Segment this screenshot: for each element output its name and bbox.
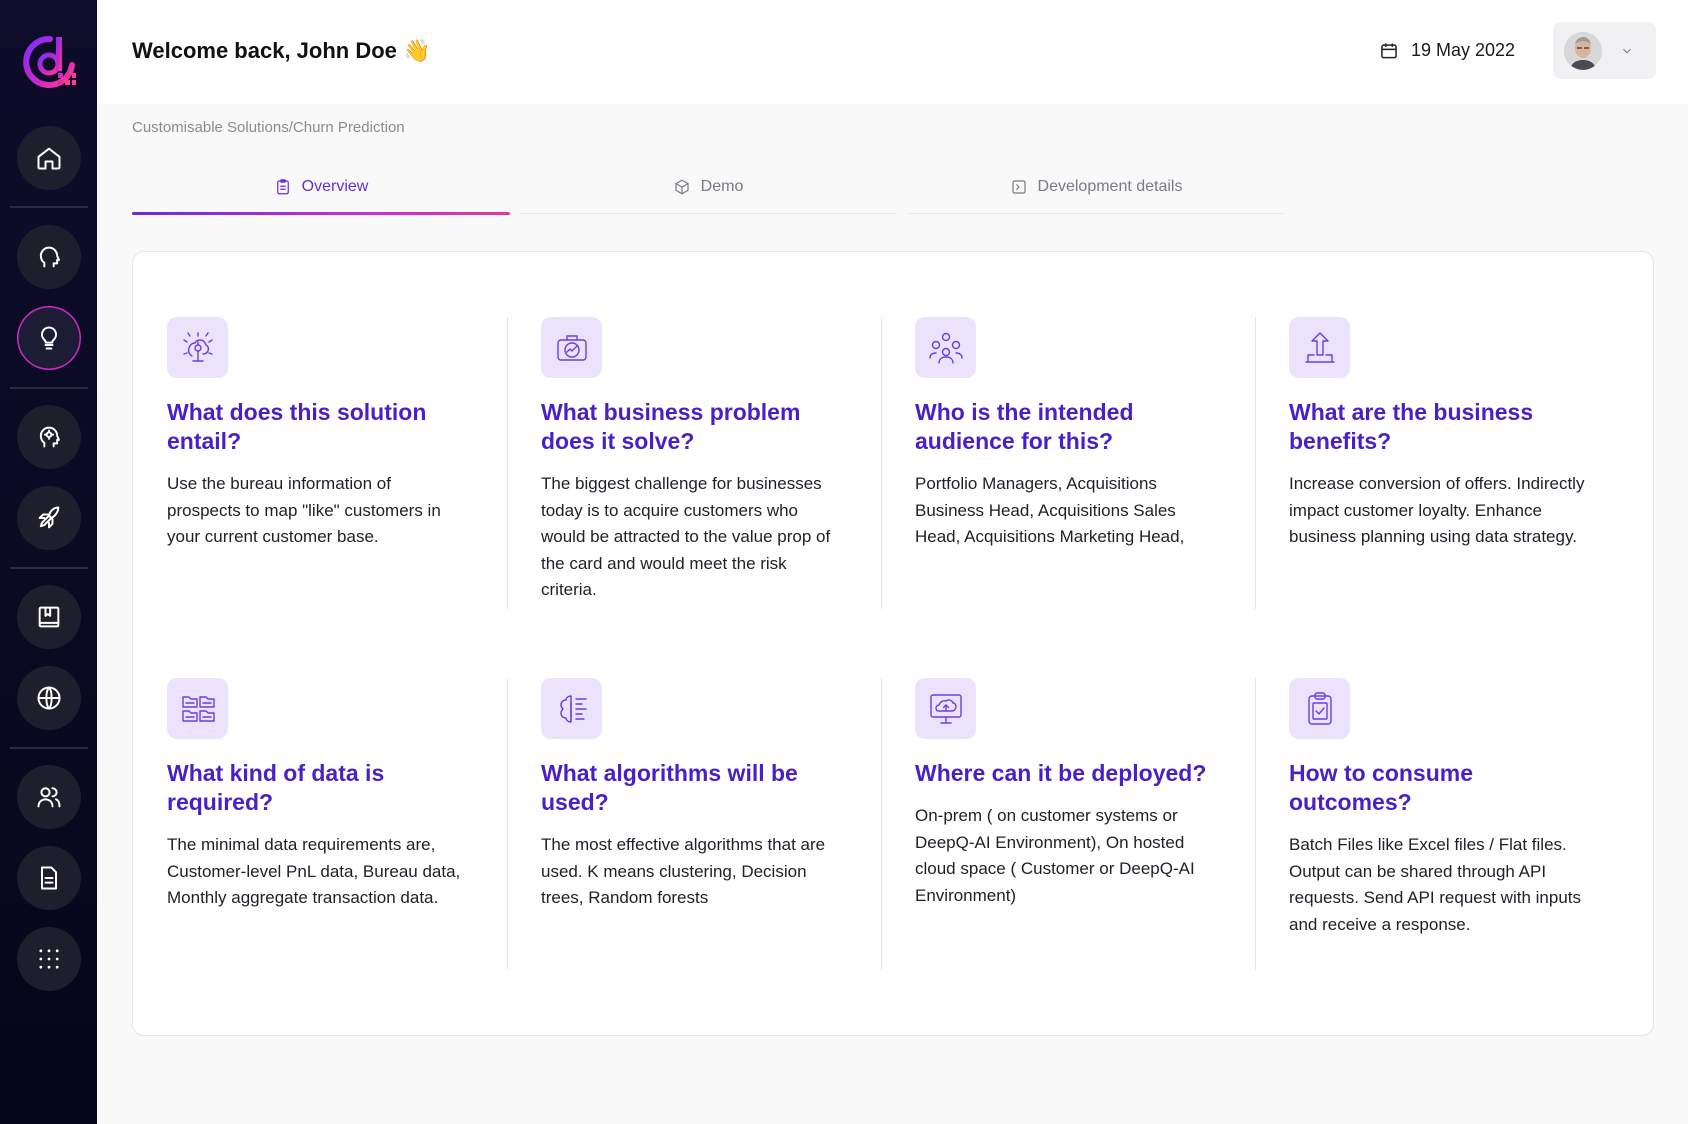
- card-title: What business problem does it solve?: [541, 399, 801, 454]
- clipboard-icon: [276, 179, 289, 195]
- sidebar-item-documents[interactable]: [17, 846, 81, 910]
- top-header: Welcome back, John Doe 👋 19 May 2022: [97, 0, 1688, 104]
- calendar-icon: [1381, 43, 1397, 58]
- card-body: Use the bureau information of prospects …: [167, 474, 441, 546]
- tab-overview[interactable]: Overview: [132, 160, 510, 215]
- sidebar-item-apps[interactable]: [17, 927, 81, 991]
- divider: [10, 567, 88, 569]
- growth-arrow-icon: [1304, 331, 1335, 363]
- terminal-icon: [1011, 179, 1026, 194]
- card-body: The most effective algorithms that are u…: [541, 835, 826, 907]
- sidebar-item-customise[interactable]: [17, 405, 81, 469]
- card-body: The minimal data requirements are, Custo…: [167, 835, 461, 907]
- card-body: Batch Files like Excel files / Flat file…: [1289, 835, 1582, 934]
- overview-panel: What does this solution entail? Use the …: [132, 251, 1654, 1036]
- tab-development-details[interactable]: Development details: [907, 160, 1285, 214]
- head-settings-icon: [39, 426, 60, 448]
- breadcrumb: Customisable Solutions/Churn Prediction: [132, 119, 405, 136]
- tab-demo[interactable]: Demo: [519, 160, 897, 214]
- sidebar-item-deploy[interactable]: [17, 486, 81, 550]
- sidebar-item-library[interactable]: [17, 585, 81, 649]
- home-icon: [37, 147, 61, 170]
- cube-icon: [675, 179, 689, 194]
- deepq-logo[interactable]: [20, 33, 78, 91]
- welcome-message: Welcome back, John Doe 👋: [132, 38, 431, 63]
- globe-icon: [37, 686, 61, 710]
- book-icon: [38, 606, 60, 628]
- info-card: Where can it be deployed? On-prem ( on c…: [881, 678, 1269, 970]
- card-title: Who is the intended audience for this?: [915, 399, 1134, 454]
- gear-brain-icon: [182, 331, 213, 362]
- tab-bar: Overview Demo Development details: [132, 160, 1285, 215]
- info-card: What are the business benefits? Increase…: [1255, 317, 1643, 609]
- sidebar-item-team[interactable]: [17, 765, 81, 829]
- sidebar-item-network[interactable]: [17, 666, 81, 730]
- info-card: What algorithms will be used? The most e…: [507, 678, 895, 970]
- audience-icon: [928, 332, 963, 364]
- info-card: What does this solution entail? Use the …: [133, 317, 521, 551]
- card-title: What does this solution entail?: [167, 399, 427, 454]
- briefcase-chart-icon: [556, 334, 587, 361]
- card-title: Where can it be deployed?: [915, 760, 1207, 786]
- date-display: 19 May 2022: [1379, 40, 1515, 61]
- wave-emoji: 👋: [403, 38, 431, 63]
- grid-dots-icon: [39, 949, 59, 969]
- info-card: What kind of data is required? The minim…: [133, 678, 521, 912]
- divider: [10, 747, 88, 749]
- card-body: Portfolio Managers, Acquisitions Busines…: [915, 474, 1185, 546]
- document-icon: [41, 866, 57, 890]
- chevron-down-icon: [1623, 48, 1631, 53]
- card-title: What algorithms will be used?: [541, 760, 798, 815]
- current-date: 19 May 2022: [1411, 40, 1516, 60]
- info-card: Who is the intended audience for this? P…: [881, 317, 1269, 609]
- divider: [10, 387, 88, 389]
- profile-menu-button[interactable]: [1553, 22, 1656, 79]
- monitor-cloud-icon: [929, 693, 962, 724]
- sidebar-item-solutions[interactable]: [17, 306, 81, 370]
- rocket-icon: [38, 506, 60, 529]
- card-body: On-prem ( on customer systems or DeepQ-A…: [915, 806, 1195, 905]
- folders-icon: [181, 695, 215, 722]
- divider: [10, 206, 88, 208]
- card-title: What kind of data is required?: [167, 760, 385, 815]
- card-title: How to consume outcomes?: [1289, 760, 1474, 815]
- sidebar-item-ai[interactable]: [17, 225, 81, 289]
- head-icon: [39, 246, 60, 268]
- sidebar-item-home[interactable]: [17, 126, 81, 190]
- card-title: What are the business benefits?: [1289, 399, 1534, 454]
- users-icon: [37, 787, 61, 808]
- lightbulb-icon: [40, 326, 58, 350]
- card-body: Increase conversion of offers. Indirectl…: [1289, 474, 1585, 546]
- info-card: What business problem does it solve? The…: [507, 317, 895, 609]
- card-body: The biggest challenge for businesses tod…: [541, 474, 831, 599]
- sidebar: [0, 0, 97, 1124]
- info-card: How to consume outcomes? Batch Files lik…: [1255, 678, 1643, 970]
- avatar: [1564, 31, 1602, 70]
- clipboard-check-icon: [1307, 691, 1332, 725]
- brain-algorithm-icon: [559, 694, 587, 723]
